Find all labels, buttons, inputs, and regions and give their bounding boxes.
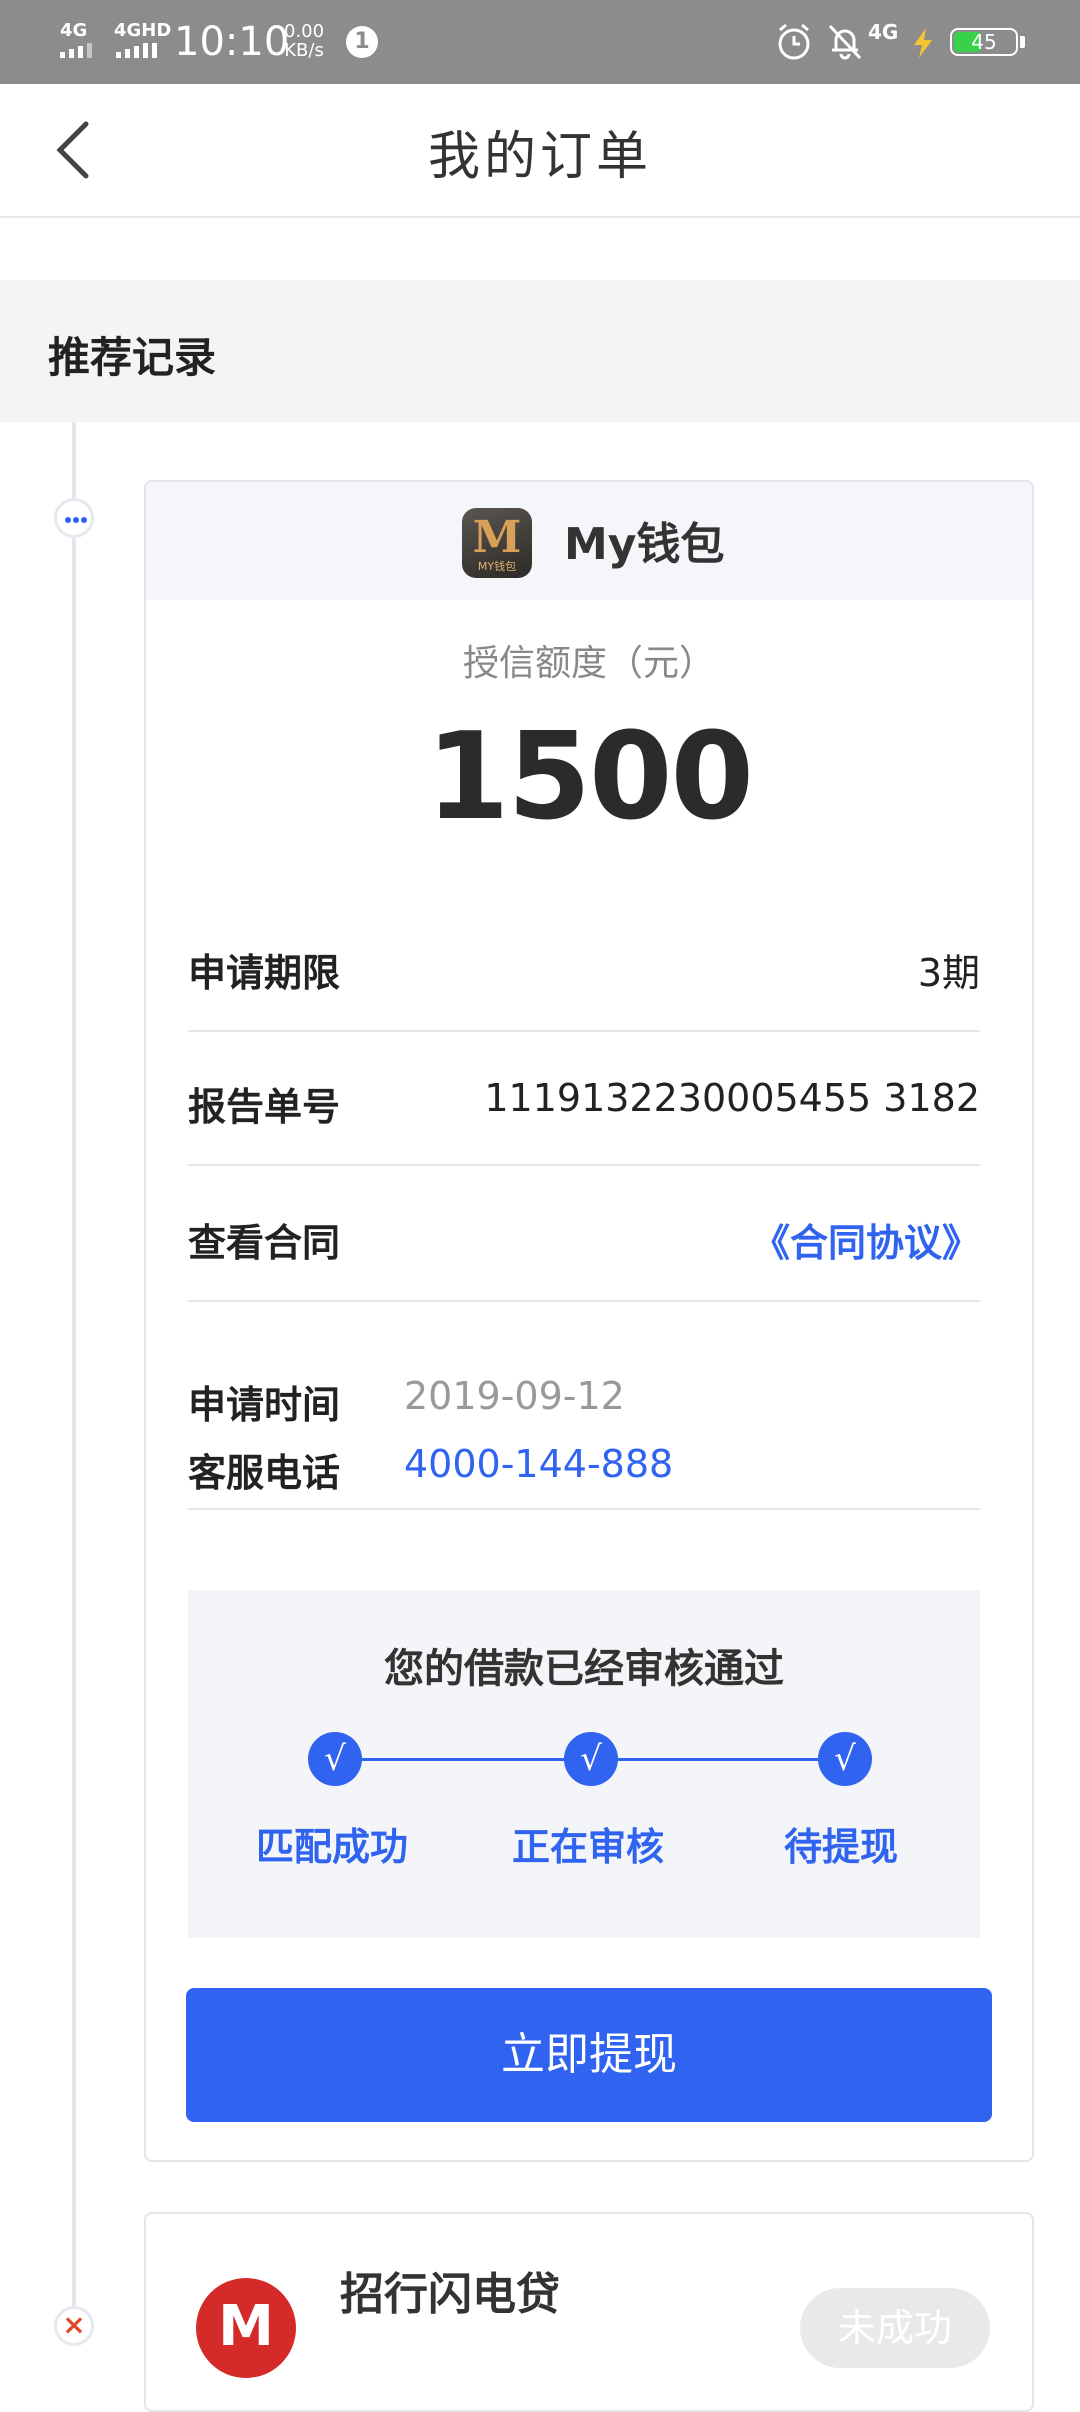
timeline-failed-icon: × (54, 2306, 94, 2346)
credit-amount: 1500 (426, 708, 754, 847)
app-logo-mark: M (472, 512, 522, 563)
info-block: 申请时间 2019-09-12 客服电话 4000-144-888 (188, 1322, 980, 1510)
order-2-app-name: 招行闪电贷 (340, 2269, 560, 2320)
order-card-header: M MY钱包 My钱包 (146, 482, 1032, 600)
report-number-value: 1119132230005455 3182 (484, 1076, 980, 1120)
clock: 10:10 (174, 19, 290, 65)
charging-icon (914, 28, 932, 58)
notification-badge: 1 (346, 26, 378, 58)
order-card: M MY钱包 My钱包 授信额度（元） 1500 申请期限 3期 报告单号 11… (144, 480, 1034, 2162)
page-title: 我的订单 (427, 127, 652, 187)
term-value: 3期 (917, 951, 980, 995)
battery-indicator: 45 (950, 28, 1018, 56)
bank-logo: M (196, 2278, 296, 2378)
contract-row: 查看合同 《合同协议》 (188, 1166, 980, 1302)
step-1-check-icon: √ (308, 1732, 362, 1786)
battery-level: 45 (971, 30, 997, 54)
status-bar: 4G 4GHD 10:10 0.00 KB/s 1 4G 45 (0, 0, 1080, 84)
term-row: 申请期限 3期 (188, 896, 980, 1032)
report-number-row: 报告单号 1119132230005455 3182 (188, 1030, 980, 1166)
step-3-label: 待提现 (784, 1825, 899, 1869)
withdraw-button[interactable]: 立即提现 (186, 1988, 992, 2122)
network-signal-4g: 4G (60, 20, 88, 41)
app-name: My钱包 (564, 519, 725, 570)
contract-link[interactable]: 《合同协议》 (752, 1212, 980, 1267)
section-header: 推荐记录 (0, 280, 1080, 422)
loan-status-title: 您的借款已经审核通过 (384, 1646, 784, 1692)
order-card-2[interactable]: M 招行闪电贷 未成功 (144, 2212, 1034, 2412)
service-phone-link[interactable]: 4000-144-888 (404, 1442, 673, 1486)
timeline-pending-dot (54, 498, 94, 538)
mute-icon (828, 24, 862, 60)
signal-bars-2-icon (116, 43, 157, 58)
app-logo-sub: MY钱包 (477, 560, 517, 573)
loan-status-box: 您的借款已经审核通过 √ √ √ 匹配成功 正在审核 待提现 (188, 1590, 980, 1938)
network-signal-3: 4G (868, 20, 899, 44)
step-1-label: 匹配成功 (256, 1825, 409, 1869)
contract-label: 查看合同 (188, 1221, 341, 1265)
step-2-check-icon: √ (564, 1732, 618, 1786)
timeline-line (72, 422, 76, 2340)
apply-time-line: 申请时间 2019-09-12 (188, 1374, 980, 1427)
speed-unit: KB/s (284, 40, 324, 61)
report-number-label: 报告单号 (188, 1085, 341, 1129)
network-speed: 0.00 KB/s (284, 22, 324, 60)
signal-bars-icon (60, 43, 92, 58)
service-phone-line: 客服电话 4000-144-888 (188, 1442, 980, 1495)
top-nav-bar: 我的订单 (0, 84, 1080, 218)
battery-cap (1020, 36, 1025, 48)
app-logo: M MY钱包 (462, 508, 532, 578)
term-label: 申请期限 (188, 951, 341, 995)
order-2-status-badge: 未成功 (800, 2288, 990, 2368)
step-2-label: 正在审核 (512, 1825, 665, 1869)
section-title: 推荐记录 (48, 333, 217, 382)
service-phone-label: 客服电话 (188, 1451, 341, 1495)
apply-time-value: 2019-09-12 (404, 1374, 625, 1418)
speed-value: 0.00 (284, 21, 325, 42)
credit-label: 授信额度（元） (462, 643, 715, 684)
alarm-icon (778, 23, 810, 60)
apply-time-label: 申请时间 (188, 1383, 341, 1427)
step-3-check-icon: √ (818, 1732, 872, 1786)
network-signal-4ghd: 4GHD (114, 20, 172, 41)
